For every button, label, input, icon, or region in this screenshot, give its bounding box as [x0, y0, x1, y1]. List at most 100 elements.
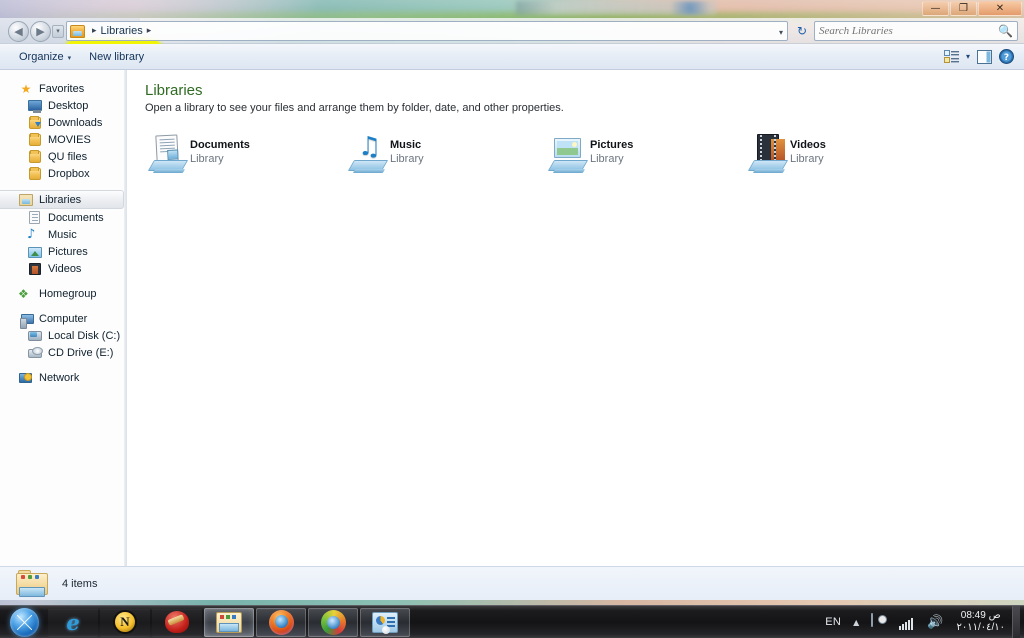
- library-item-documents[interactable]: Documents Library: [145, 130, 345, 176]
- homegroup-icon: ❖: [18, 286, 29, 301]
- taskbar-button-windows-explorer[interactable]: [204, 607, 254, 637]
- sidebar-item-libraries[interactable]: Libraries: [0, 190, 124, 209]
- sidebar-item-music[interactable]: ♪ Music: [0, 226, 126, 243]
- taskbar-button-internet-download-manager[interactable]: [308, 607, 358, 637]
- window-controls: — ❐ ✕: [922, 1, 1022, 16]
- libraries-folder-icon: [14, 569, 50, 598]
- taskbar-button-norton-security[interactable]: N: [100, 607, 150, 637]
- view-options-chevron-icon[interactable]: ▾: [966, 52, 970, 61]
- minimize-button[interactable]: —: [922, 1, 949, 16]
- library-name: Videos: [790, 139, 826, 151]
- music-note-icon: ♪: [27, 226, 36, 242]
- nav-group-libraries: Libraries Documents ♪ Music Pictures Vid…: [0, 190, 126, 277]
- close-button[interactable]: ✕: [978, 1, 1022, 16]
- library-item-text: Documents Library: [190, 133, 250, 165]
- details-pane: 4 items: [0, 566, 1024, 600]
- system-tray: EN ▲ 🔊 08:49 ص ٢٠١١/٠٤/١٠: [819, 605, 1024, 638]
- toolbar-right-group: ▾ ?: [943, 49, 1024, 64]
- command-toolbar: Organize ▾ New library ▾ ?: [0, 44, 1024, 70]
- maximize-button[interactable]: ❐: [950, 1, 977, 16]
- sidebar-label: Libraries: [39, 193, 82, 206]
- sidebar-item-pictures[interactable]: Pictures: [0, 243, 126, 260]
- organize-label: Organize: [19, 50, 64, 63]
- sidebar-item-network[interactable]: Network: [0, 369, 126, 386]
- refresh-icon[interactable]: ↻: [792, 21, 812, 41]
- network-signal-icon[interactable]: [893, 615, 921, 630]
- change-view-icon[interactable]: [943, 49, 959, 64]
- sidebar-item-favorites[interactable]: ★ Favorites: [0, 80, 126, 97]
- show-hidden-icons-chevron-icon[interactable]: ▲: [847, 618, 865, 627]
- page-title: Libraries: [145, 82, 203, 99]
- sidebar-label: Documents: [48, 211, 104, 224]
- search-icon[interactable]: 🔍: [998, 24, 1013, 38]
- sidebar-item-documents[interactable]: Documents: [0, 209, 126, 226]
- internet-explorer-icon: e: [66, 609, 80, 635]
- library-item-text: Videos Library: [790, 133, 826, 165]
- library-item-videos[interactable]: Videos Library: [745, 130, 945, 176]
- volume-icon[interactable]: 🔊: [921, 615, 949, 630]
- language-indicator[interactable]: EN: [819, 616, 847, 628]
- breadcrumb-chevron-icon[interactable]: ▸: [143, 26, 156, 36]
- sidebar-label: Downloads: [48, 116, 103, 129]
- background-window-icon-blur: [660, 1, 720, 15]
- search-input[interactable]: [819, 25, 999, 37]
- breadcrumb-item-libraries[interactable]: Libraries: [101, 25, 143, 37]
- folder-icon: [27, 149, 43, 164]
- star-icon: ★: [20, 81, 32, 96]
- library-item-music[interactable]: ♫ Music Library: [345, 130, 545, 176]
- library-item-pictures[interactable]: Pictures Library: [545, 130, 745, 176]
- clock-time: 08:49 ص: [960, 610, 1001, 621]
- documents-library-icon: [147, 133, 190, 173]
- navigation-pane[interactable]: ★ Favorites Desktop Downloads MOVIES QU …: [0, 70, 127, 566]
- new-library-button[interactable]: New library: [80, 48, 153, 66]
- breadcrumb-separator-icon[interactable]: ▸: [88, 26, 101, 36]
- taskbar: e N EN ▲ 🔊 08:49 ص ٢٠١١/٠٤/١٠: [0, 605, 1024, 638]
- sidebar-label: Homegroup: [39, 287, 97, 300]
- downloads-folder-icon: [27, 115, 43, 130]
- content-pane[interactable]: Libraries Open a library to see your fil…: [127, 70, 1024, 566]
- chevron-down-icon[interactable]: ▾: [779, 28, 783, 37]
- sidebar-label: Computer: [39, 312, 88, 325]
- sidebar-label: MOVIES: [48, 133, 91, 146]
- computer-icon: [18, 312, 34, 329]
- search-box[interactable]: 🔍: [814, 21, 1018, 41]
- taskbar-button-internet-explorer[interactable]: e: [48, 607, 98, 637]
- windows-logo-icon: [9, 607, 39, 637]
- sidebar-item-qu-files[interactable]: QU files: [0, 148, 126, 165]
- sidebar-item-desktop[interactable]: Desktop: [0, 97, 126, 114]
- back-button[interactable]: ◀: [8, 21, 29, 42]
- action-center-icon[interactable]: [865, 613, 893, 630]
- taskbar-button-mozilla-firefox[interactable]: [256, 607, 306, 637]
- sidebar-label: Desktop: [48, 99, 89, 112]
- network-icon: [18, 371, 34, 385]
- clock[interactable]: 08:49 ص ٢٠١١/٠٤/١٠: [949, 610, 1012, 634]
- forward-button[interactable]: ▶: [30, 21, 51, 42]
- videos-library-icon: [747, 133, 790, 173]
- sidebar-label: Local Disk (C:): [48, 329, 121, 342]
- library-type: Library: [390, 153, 424, 165]
- show-desktop-button[interactable]: [1012, 605, 1020, 638]
- sidebar-item-homegroup[interactable]: ❖ Homegroup: [0, 285, 126, 302]
- start-button[interactable]: [2, 607, 46, 638]
- pictures-library-icon: [547, 133, 590, 173]
- nav-group-favorites: ★ Favorites Desktop Downloads MOVIES QU …: [0, 80, 126, 182]
- recent-pages-button[interactable]: ▾: [52, 25, 64, 38]
- sidebar-item-dropbox[interactable]: Dropbox: [0, 165, 126, 182]
- sidebar-item-local-disk-c[interactable]: Local Disk (C:): [0, 327, 126, 344]
- preview-pane-icon[interactable]: [977, 49, 992, 64]
- address-bar[interactable]: ▸ Libraries ▸ ▾: [66, 21, 788, 41]
- library-name: Pictures: [590, 139, 634, 151]
- help-icon[interactable]: ?: [999, 49, 1014, 64]
- sidebar-item-cd-drive-e[interactable]: CD Drive (E:): [0, 344, 126, 361]
- taskbar-button-control-panel-app[interactable]: [360, 607, 410, 637]
- sidebar-item-downloads[interactable]: Downloads: [0, 114, 126, 131]
- sidebar-item-computer[interactable]: Computer: [0, 310, 126, 329]
- sidebar-item-movies[interactable]: MOVIES: [0, 131, 126, 148]
- sidebar-item-videos[interactable]: Videos: [0, 260, 126, 277]
- organize-button[interactable]: Organize ▾: [10, 48, 80, 66]
- nav-group-homegroup: ❖ Homegroup: [0, 285, 126, 302]
- folder-icon: [27, 132, 43, 147]
- hard-disk-icon: [27, 329, 43, 343]
- libraries-icon: [70, 24, 85, 38]
- taskbar-button-ccleaner[interactable]: [152, 607, 202, 637]
